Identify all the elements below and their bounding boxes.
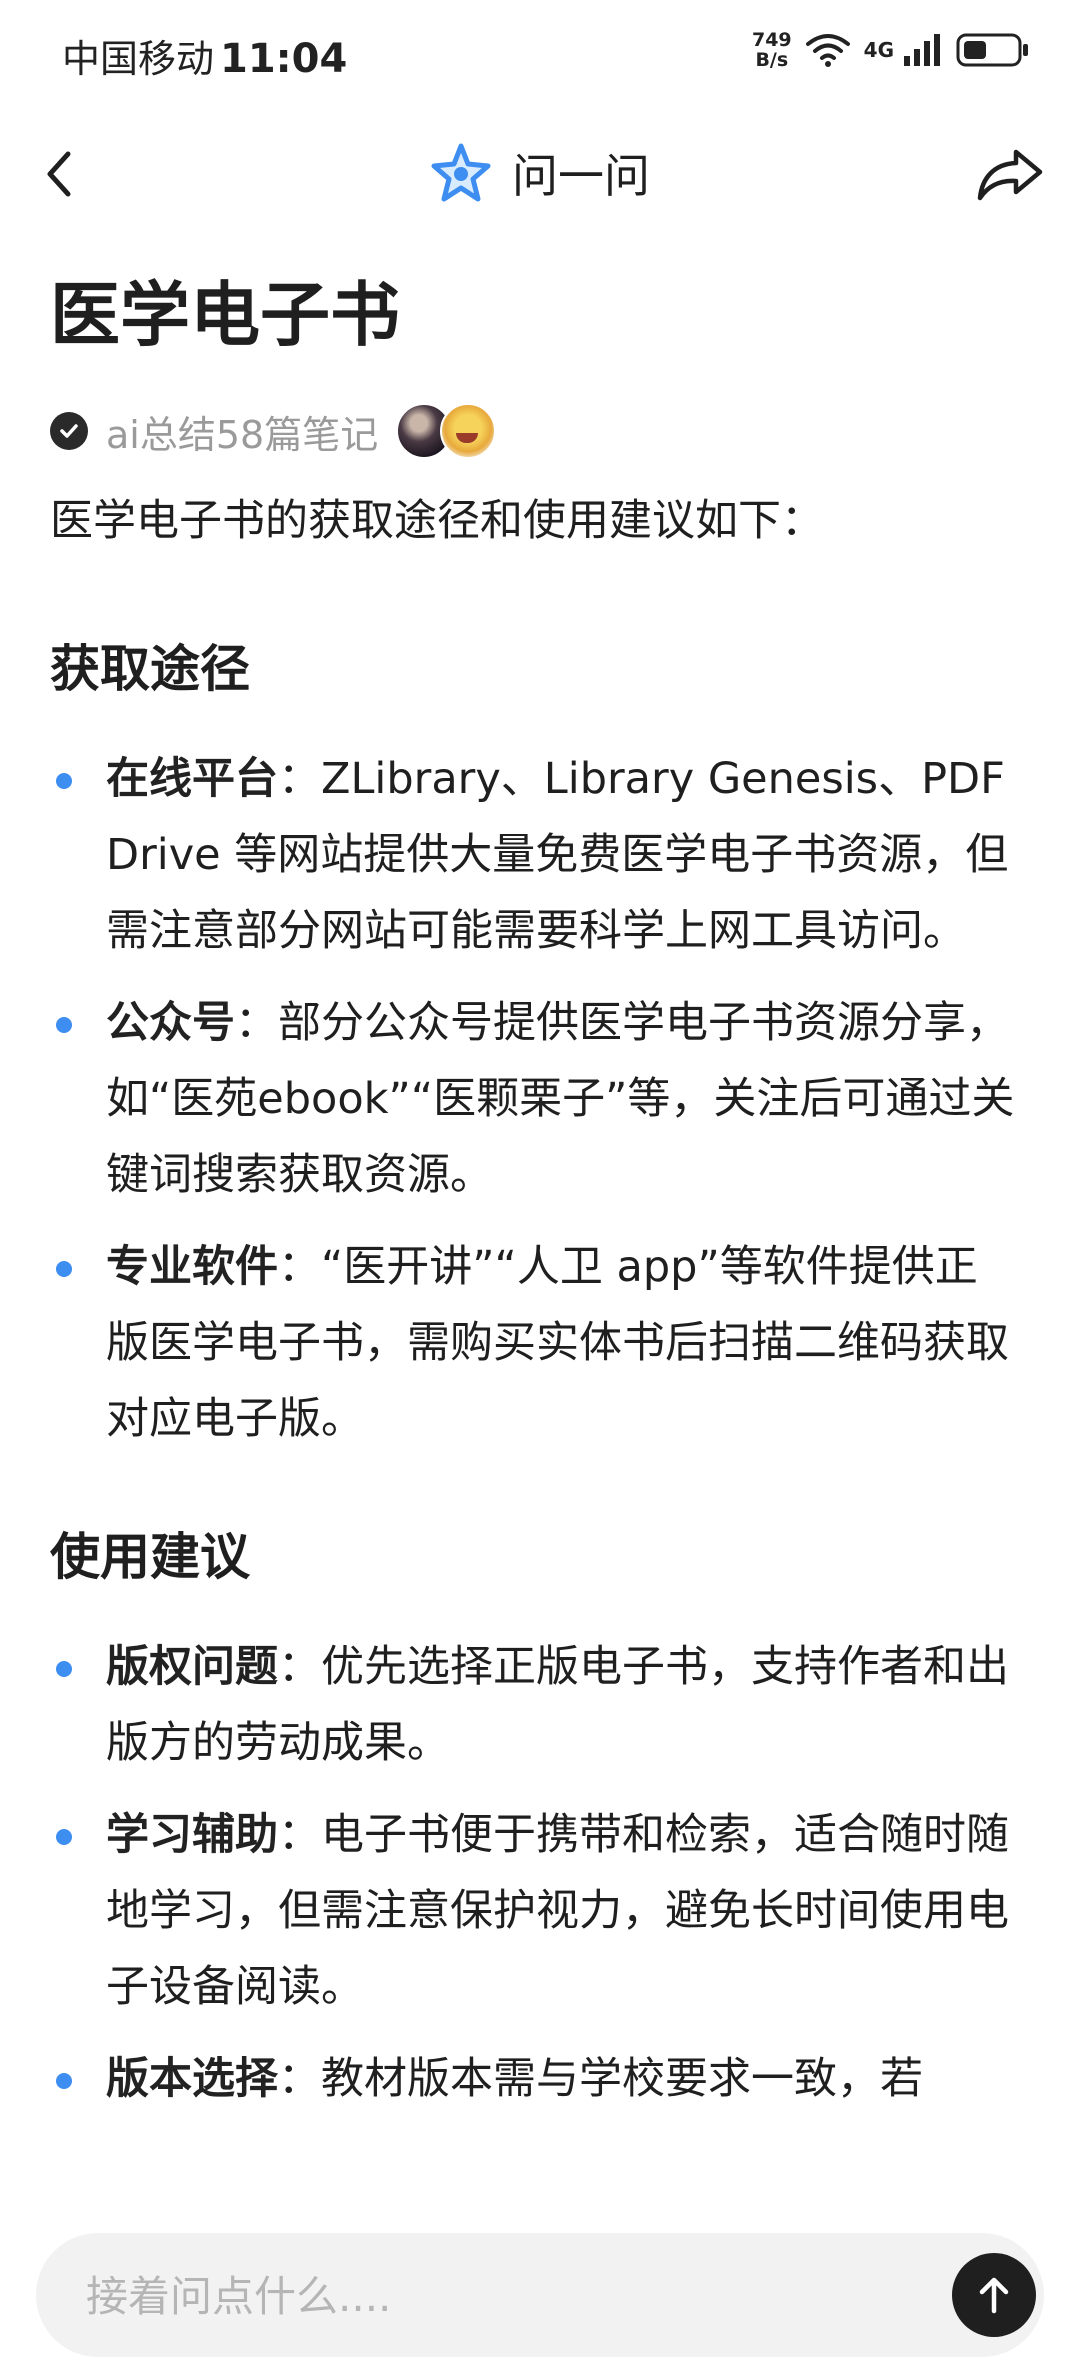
status-left: 中国移动 11:04 — [62, 28, 347, 83]
answer-title: 医学电子书 — [50, 274, 400, 356]
clock: 11:04 — [220, 36, 348, 82]
nav-title-group: 问一问 — [0, 140, 1080, 206]
star-logo-icon — [431, 143, 491, 202]
summary-meta-text: ai总结58篇笔记 — [106, 412, 379, 457]
speed-value: 749 — [751, 29, 792, 51]
list-item: 版本选择：教材版本需与学校要求一致，若 — [50, 2041, 1015, 2117]
signal-icon — [904, 34, 940, 66]
check-icon — [50, 412, 88, 450]
bottom-input-bar — [0, 2195, 1080, 2375]
list-item-term: 公众号 — [106, 998, 235, 1048]
question-input[interactable] — [84, 2233, 888, 2359]
list-item: 专业软件：“医开讲”“人卫 app”等软件提供正版医学电子书，需购买实体书后扫描… — [50, 1229, 1015, 1457]
send-button[interactable] — [952, 2253, 1036, 2337]
list-item: 版权问题：优先选择正版电子书，支持作者和出版方的劳动成果。 — [50, 1629, 1015, 1781]
arrow-up-icon — [979, 2277, 1009, 2314]
network-speed: 749 B/s — [752, 30, 792, 70]
list-item-term: 版权问题 — [106, 1642, 278, 1692]
section-heading: 使用建议 — [50, 1528, 250, 1586]
wifi-icon — [805, 34, 850, 67]
answer-content: 医学电子书 ai总结58篇笔记 医学电子书的获取途径和使用建议如下： 获取途径 … — [50, 265, 1015, 2195]
list-item-term: 在线平台 — [106, 754, 278, 804]
answer-intro: 医学电子书的获取途径和使用建议如下： — [50, 496, 824, 546]
section-heading: 获取途径 — [50, 640, 250, 698]
status-right: 749 B/s 4G — [752, 30, 1030, 70]
share-button[interactable] — [970, 134, 1050, 214]
bullet-list: 版权问题：优先选择正版电子书，支持作者和出版方的劳动成果。 学习辅助：电子书便于… — [50, 1629, 1015, 2117]
page-title-nav: 问一问 — [512, 149, 650, 203]
list-item: 学习辅助：电子书便于携带和检索，适合随时随地学习，但需注意保护视力，避免长时间使… — [50, 1797, 1015, 2025]
nav-bar: 问一问 — [0, 110, 1080, 240]
battery-icon — [956, 33, 1028, 67]
list-item-text: ：教材版本需与学校要求一致，若 — [278, 2054, 923, 2104]
share-icon — [977, 149, 1043, 201]
list-item: 在线平台：ZLibrary、Library Genesis、PDF Drive … — [50, 741, 1015, 969]
avatar — [440, 403, 497, 459]
avatar-group — [396, 403, 497, 459]
network-type: 4G — [863, 38, 894, 62]
summary-meta[interactable]: ai总结58篇笔记 — [50, 401, 1015, 461]
list-item-term: 学习辅助 — [106, 1810, 278, 1860]
list-item-term: 专业软件 — [106, 1242, 278, 1292]
list-item-term: 版本选择 — [106, 2054, 278, 2104]
bullet-list: 在线平台：ZLibrary、Library Genesis、PDF Drive … — [50, 741, 1015, 1457]
carrier-label: 中国移动 — [62, 37, 215, 81]
list-item: 公众号：部分公众号提供医学电子书资源分享，如“医苑ebook”“医颗栗子”等，关… — [50, 985, 1015, 1213]
status-bar: 中国移动 11:04 749 B/s 4G — [0, 0, 1080, 110]
question-input-box — [36, 2233, 1044, 2359]
list-item-text: ：部分公众号提供医学电子书资源分享，如“医苑ebook”“医颗栗子”等，关注后可… — [106, 998, 1015, 1200]
speed-unit: B/s — [755, 49, 789, 71]
